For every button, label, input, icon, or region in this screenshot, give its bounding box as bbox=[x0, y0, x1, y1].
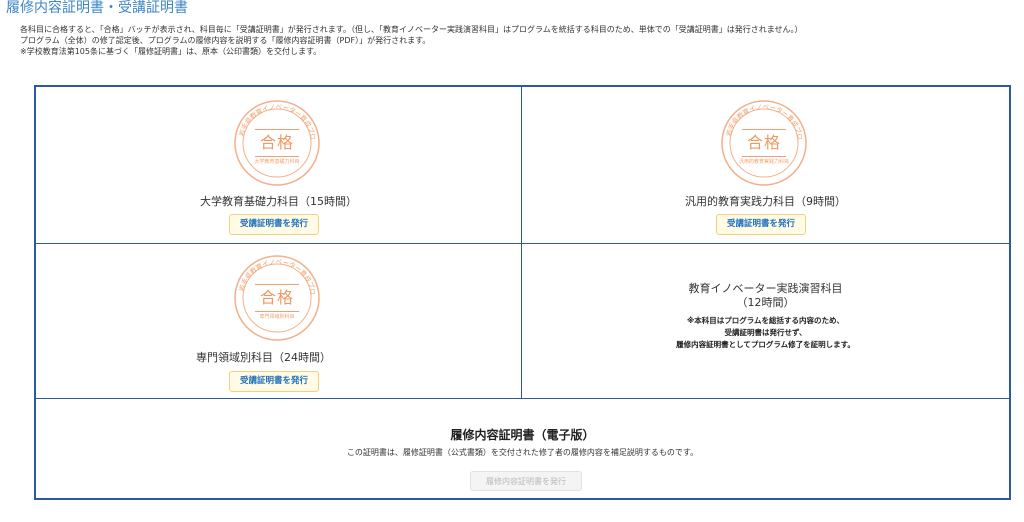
seal-center-text: 合格 bbox=[742, 129, 786, 157]
innovator-title: 教育イノベーター実践演習科目 bbox=[688, 282, 843, 295]
seal-sub-text: 大学教育基礎力科目 bbox=[254, 159, 300, 165]
pass-seal-icon: 岩手県教育イノベーター育成プログラム 合格 専門領域別科目 bbox=[233, 254, 321, 342]
intro-line: 各科目に合格すると、「合格」バッチが表示され、科目毎に「受講証明書」が発行されま… bbox=[20, 25, 803, 34]
intro-line: プログラム（全体）の修了認定後、プログラムの履修内容を説明する「履修内容証明書（… bbox=[20, 36, 431, 45]
course-cell-general: 岩手県教育イノベーター育成プログラム 合格 汎用的教育実践力科目 汎用的教育実践… bbox=[522, 87, 1009, 244]
page-title: 履修内容証明書・受講証明書 bbox=[6, 0, 188, 16]
intro-line: ※学校教育法第105条に基づく「履修証明書」は、原本（公印書類）を交付します。 bbox=[20, 47, 322, 56]
seal-center-text: 合格 bbox=[255, 129, 299, 157]
course-name: 大学教育基礎力科目（15時間） bbox=[200, 195, 357, 208]
course-name: 専門領域別科目（24時間） bbox=[196, 351, 331, 364]
issue-attendance-certificate-button[interactable]: 受講証明書を発行 bbox=[229, 214, 320, 235]
seal-sub-text: 専門領域別科目 bbox=[259, 314, 295, 320]
innovator-note: 履修内容証明書としてプログラム修了を証明します。 bbox=[676, 340, 855, 349]
pass-seal-icon: 岩手県教育イノベーター育成プログラム 合格 大学教育基礎力科目 bbox=[233, 99, 321, 187]
document-certificate-description: この証明書は、履修証明書（公式書類）を交付された修了者の履修内容を補足説明するも… bbox=[346, 448, 699, 457]
innovator-hours: （12時間） bbox=[736, 296, 795, 309]
course-cell-specialized: 岩手県教育イノベーター育成プログラム 合格 専門領域別科目 専門領域別科目（24… bbox=[36, 244, 522, 399]
course-cell-basic: 岩手県教育イノベーター育成プログラム 合格 大学教育基礎力科目 大学教育基礎力科… bbox=[36, 87, 522, 244]
course-name: 汎用的教育実践力科目（9時間） bbox=[685, 195, 846, 208]
intro-text: 各科目に合格すると、「合格」バッチが表示され、科目毎に「受講証明書」が発行されま… bbox=[20, 24, 802, 57]
issue-attendance-certificate-button[interactable]: 受講証明書を発行 bbox=[229, 371, 320, 392]
document-certificate-title: 履修内容証明書（電子版） bbox=[450, 428, 595, 442]
seal-sub-text: 汎用的教育実践力科目 bbox=[738, 159, 789, 165]
innovator-note: ※本科目はプログラムを総括する内容のため、 bbox=[686, 316, 845, 325]
pass-seal-icon: 岩手県教育イノベーター育成プログラム 合格 汎用的教育実践力科目 bbox=[720, 99, 808, 187]
seal-center-text: 合格 bbox=[255, 284, 299, 312]
issue-attendance-certificate-button[interactable]: 受講証明書を発行 bbox=[716, 214, 807, 235]
issue-course-record-certificate-button[interactable]: 履修内容証明書を発行 bbox=[470, 471, 582, 491]
certificate-grid: 岩手県教育イノベーター育成プログラム 合格 大学教育基礎力科目 大学教育基礎力科… bbox=[34, 85, 1011, 500]
course-cell-innovator: 教育イノベーター実践演習科目 （12時間） ※本科目はプログラムを総括する内容の… bbox=[522, 244, 1009, 399]
document-certificate-cell: 履修内容証明書（電子版） この証明書は、履修証明書（公式書類）を交付された修了者… bbox=[36, 399, 1009, 498]
innovator-note: 受講証明書は発行せず、 bbox=[724, 328, 807, 337]
